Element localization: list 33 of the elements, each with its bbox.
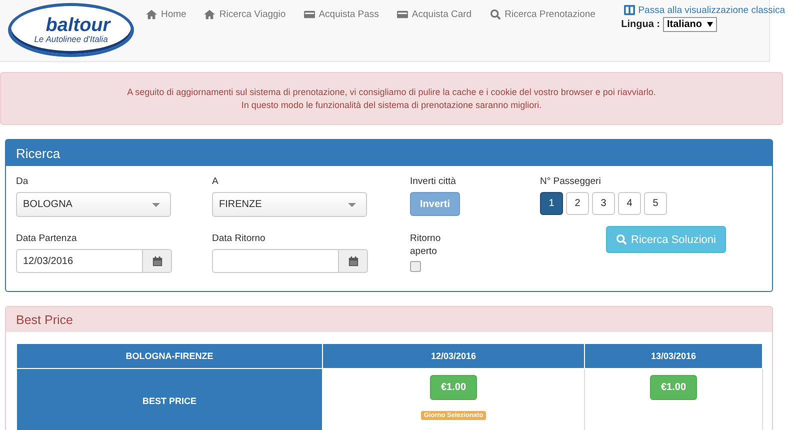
column-header: BOLOGNA-FIRENZE xyxy=(16,344,322,368)
nav-link[interactable]: Acquista Pass xyxy=(304,9,379,20)
nav-link[interactable]: Acquista Card xyxy=(396,9,472,20)
passenger-option[interactable]: 3 xyxy=(592,192,615,215)
column-header: 13/03/2016 xyxy=(584,344,762,368)
language-select[interactable]: Italiano xyxy=(663,17,717,32)
field-label: N° Passeggeri xyxy=(540,175,602,188)
alert-message: A seguito di aggiornamenti sul sistema di prenotazione, vi consigliamo di pulire la cache e i cookie del vostro browser e poi riavviarlo. In questo modo le funzionalità del sistema di prenotazione saranno migliori. xyxy=(126,86,657,112)
nav-link[interactable]: Ricerca Viaggio xyxy=(204,9,286,20)
logo-tagline: Le Autolinee d'Italia xyxy=(34,34,108,44)
language-label: Lingua : xyxy=(621,19,660,30)
column-header: 12/03/2016 xyxy=(322,344,584,368)
passenger-option[interactable]: 1 xyxy=(540,192,563,215)
city-dropdown[interactable]: FIRENZE xyxy=(212,192,367,217)
panel-header: Best Price xyxy=(6,307,772,332)
nav-link[interactable]: Ricerca Prenotazione xyxy=(490,9,596,20)
field-label: Ritorno aperto xyxy=(410,232,442,258)
row-header: BEST PRICE xyxy=(16,368,322,430)
logo[interactable]: baltour Le Autolinee d'Italia xyxy=(8,3,134,57)
classic-view-link[interactable]: Passa alla visualizzazione classica xyxy=(624,5,785,16)
date-field[interactable]: 12/03/2016 xyxy=(16,249,143,273)
panel-header: Ricerca xyxy=(6,140,772,166)
passenger-option[interactable]: 5 xyxy=(644,192,667,215)
passenger-option[interactable]: 4 xyxy=(618,192,641,215)
field-label: Da xyxy=(16,175,30,188)
field-label: A xyxy=(212,175,220,188)
field-label: Data Ritorno xyxy=(212,232,266,245)
field-label: Inverti città xyxy=(410,175,457,188)
logo-name: baltour xyxy=(46,16,110,35)
passenger-option[interactable]: 2 xyxy=(566,192,589,215)
field-label: Data Partenza xyxy=(16,232,78,245)
nav-link[interactable]: Home xyxy=(146,9,186,20)
city-dropdown[interactable]: BOLOGNA xyxy=(16,192,171,217)
